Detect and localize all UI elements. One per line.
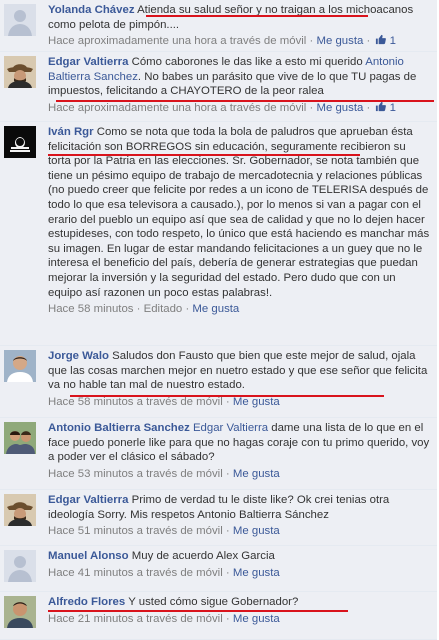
comment-timestamp[interactable]: Hace 53 minutos a través de móvil [48, 468, 223, 480]
comment-body: Edgar Valtierra Primo de verdad tu le di… [48, 493, 431, 539]
like-count[interactable]: 1 [373, 35, 396, 47]
comment-feed: Yolanda Chávez Atienda su salud señor y … [0, 0, 439, 640]
mention-link[interactable]: Edgar Valtierra [193, 422, 268, 434]
comment-timestamp[interactable]: Hace 58 minutos a través de móvil [48, 396, 223, 408]
comment-text: Como se nota que toda la bola de paludro… [48, 126, 430, 299]
annotation-underline [70, 395, 384, 397]
comment-item: Edgar Valtierra Cómo caborones le das li… [0, 52, 437, 122]
avatar[interactable] [4, 56, 36, 88]
comment-timestamp[interactable]: Hace 51 minutos a través de móvil [48, 525, 223, 537]
comment-timestamp[interactable]: Hace 58 minutos [48, 303, 133, 315]
like-button[interactable]: Me gusta [233, 468, 280, 480]
like-count-number: 1 [389, 35, 396, 48]
comment-author[interactable]: Iván Rgr [48, 126, 94, 138]
comment-item: Antonio Baltierra Sanchez Edgar Valtierr… [0, 418, 437, 490]
like-button[interactable]: Me gusta [316, 102, 363, 114]
comment-timestamp[interactable]: Hace aproximadamente una hora a través d… [48, 35, 306, 47]
like-count[interactable]: 1 [373, 101, 396, 114]
comment-text: Muy de acuerdo Alex Garcia [131, 550, 275, 562]
separator: · [225, 566, 230, 579]
comment-item: Yolanda Chávez Atienda su salud señor y … [0, 0, 437, 52]
comment-author[interactable]: Manuel Alonso [48, 550, 129, 562]
avatar[interactable] [4, 494, 36, 526]
avatar[interactable] [4, 422, 36, 454]
comment-author[interactable]: Yolanda Chávez [48, 4, 135, 16]
avatar[interactable] [4, 4, 36, 36]
comment-body: Edgar Valtierra Cómo caborones le das li… [48, 55, 431, 115]
like-button[interactable]: Me gusta [233, 567, 280, 579]
comment-author[interactable]: Alfredo Flores [48, 596, 125, 608]
separator: · [225, 612, 230, 625]
like-button[interactable]: Me gusta [192, 303, 239, 315]
comment-author[interactable]: Edgar Valtierra [48, 56, 128, 68]
separator: · [136, 303, 141, 316]
annotation-underline [48, 154, 360, 156]
comment-timestamp[interactable]: Hace 41 minutos a través de móvil [48, 567, 223, 579]
like-button[interactable]: Me gusta [316, 35, 363, 47]
edited-label[interactable]: Editado [144, 303, 183, 315]
comment-timestamp[interactable]: Hace aproximadamente una hora a través d… [48, 102, 306, 114]
comment-item: Manuel Alonso Muy de acuerdo Alex Garcia… [0, 546, 437, 592]
comment-body: Manuel Alonso Muy de acuerdo Alex Garcia… [48, 549, 431, 580]
comment-item: Iván Rgr Como se nota que toda la bola d… [0, 122, 437, 346]
comment-text: Cómo caborones le das like a esto mi que… [131, 56, 363, 68]
separator: · [225, 395, 230, 408]
avatar[interactable] [4, 596, 36, 628]
thumbs-up-icon [376, 35, 387, 45]
like-button[interactable]: Me gusta [233, 613, 280, 625]
comment-body: Jorge Walo Saludos don Fausto que bien q… [48, 349, 431, 409]
avatar[interactable] [4, 550, 36, 582]
like-button[interactable]: Me gusta [233, 396, 280, 408]
comment-body: Antonio Baltierra Sanchez Edgar Valtierr… [48, 421, 431, 481]
like-count-number: 1 [389, 101, 396, 114]
separator: · [366, 35, 371, 48]
separator: · [225, 525, 230, 538]
like-button[interactable]: Me gusta [233, 525, 280, 537]
comment-item: Edgar Valtierra Primo de verdad tu le di… [0, 490, 437, 546]
separator: · [225, 467, 230, 480]
separator: · [366, 101, 371, 114]
annotation-underline [146, 15, 368, 17]
comment-timestamp[interactable]: Hace 21 minutos a través de móvil [48, 613, 223, 625]
annotation-underline [48, 610, 348, 612]
avatar[interactable] [4, 350, 36, 382]
comment-text: Y usted cómo sigue Gobernador? [128, 596, 299, 608]
comment-author[interactable]: Antonio Baltierra Sanchez [48, 422, 190, 434]
separator: · [309, 35, 314, 48]
separator: · [185, 303, 190, 316]
comment-item: Alfredo Flores Y usted cómo sigue Gobern… [0, 592, 437, 640]
comment-item: Jorge Walo Saludos don Fausto que bien q… [0, 346, 437, 418]
comment-body: Yolanda Chávez Atienda su salud señor y … [48, 3, 431, 49]
comment-author[interactable]: Jorge Walo [48, 350, 109, 362]
separator: · [309, 101, 314, 114]
comment-author[interactable]: Edgar Valtierra [48, 494, 128, 506]
annotation-underline [56, 100, 434, 102]
avatar[interactable] [4, 126, 36, 158]
thumbs-up-icon [376, 101, 387, 111]
